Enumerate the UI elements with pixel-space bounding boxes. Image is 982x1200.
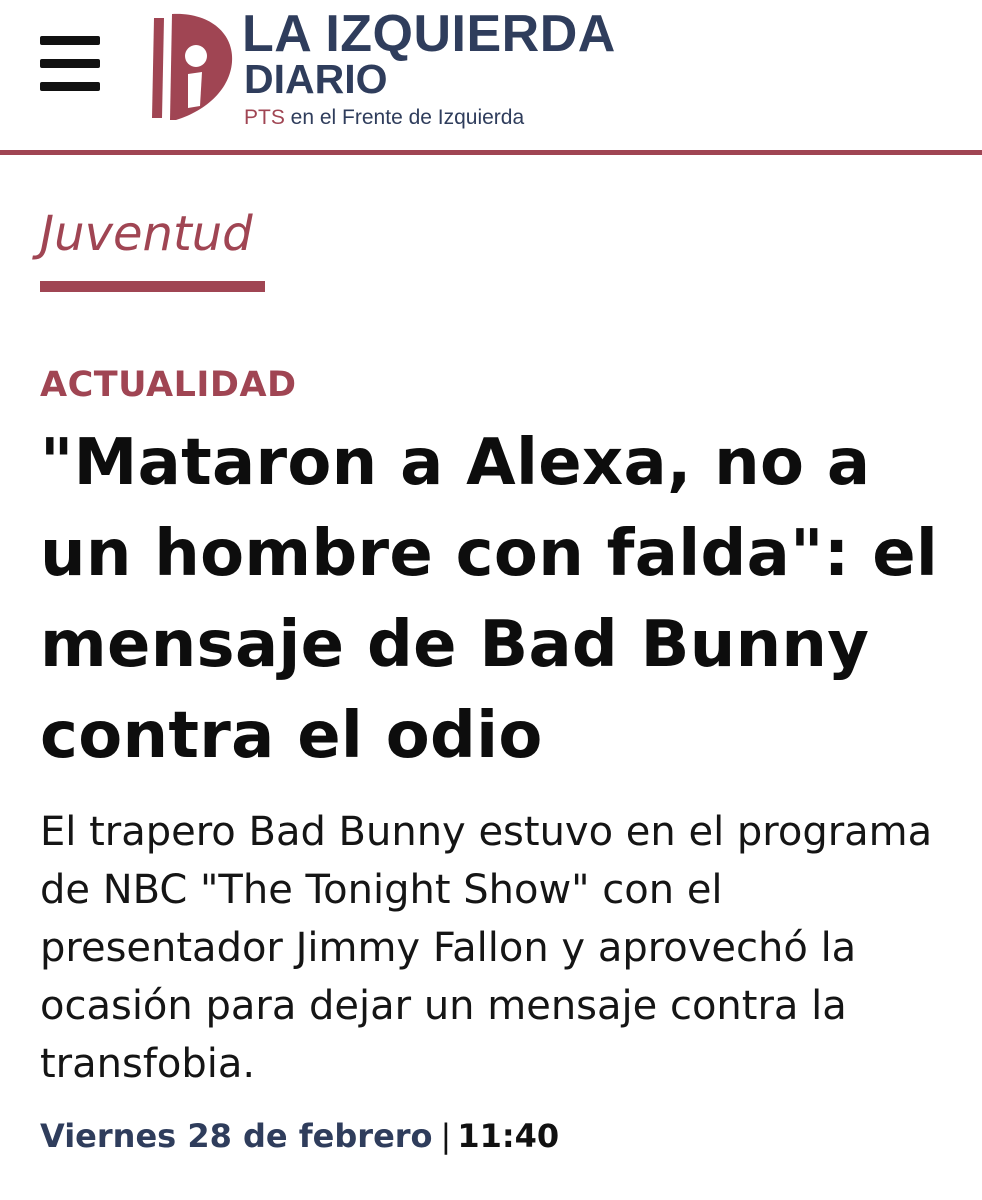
section-link-juventud[interactable]: Juventud [40,206,253,262]
article-date: Viernes 28 de febrero [40,1117,433,1155]
brand-tagline: PTS en el Frente de Izquierda [244,106,524,130]
tagline-pts: PTS [244,106,285,129]
hamburger-menu-icon[interactable] [40,36,102,92]
brand-subtitle: DIARIO [244,56,388,102]
article-dateline: Viernes 28 de febrero | 11:40 [40,1117,559,1155]
menu-bar [40,36,100,45]
site-header: LA IZQUIERDA DIARIO PTS en el Frente de … [0,0,982,150]
article-category: ACTUALIDAD [40,365,297,405]
dateline-separator: | [440,1117,452,1155]
brand-title: LA IZQUIERDA [242,5,616,63]
article-headline: "Mataron a Alexa, no a un hombre con fal… [40,426,939,773]
header-divider [0,150,982,155]
article-summary: El trapero Bad Bunny estuvo en el progra… [40,809,933,1087]
la-izquierda-diario-logo[interactable] [148,10,240,122]
section-underline [40,281,265,292]
article-time: 11:40 [457,1117,560,1155]
menu-bar [40,59,100,68]
tagline-text: en el Frente de Izquierda [284,106,525,129]
menu-bar [40,82,100,91]
